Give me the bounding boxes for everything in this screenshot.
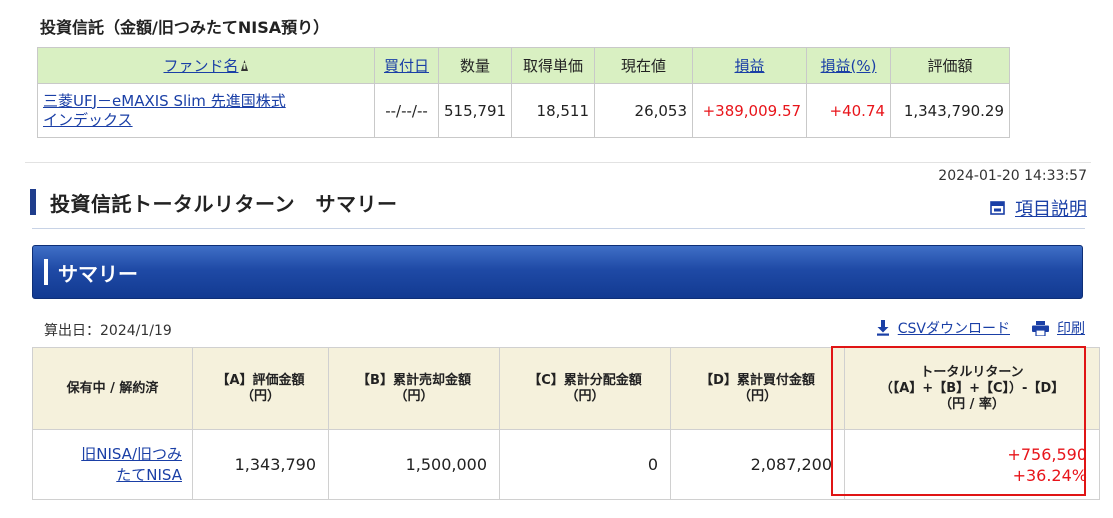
summary-actions: CSVダウンロード 印刷 <box>876 318 1085 338</box>
holdings-table: ファンド名 買付日 数量 取得単価 現在値 損益 損益(%) 評価額 三菱UFJ… <box>37 47 1011 138</box>
col-account: 保有中 / 解約済 <box>32 347 193 430</box>
table-row: 旧NISA/旧つみ たてNISA 1,343,790 1,500,000 0 2,… <box>32 429 1100 500</box>
print-link[interactable]: 印刷 <box>1032 318 1085 338</box>
csv-download-link[interactable]: CSVダウンロード <box>876 318 1010 338</box>
calc-date: 算出日：2024/1/19 <box>44 323 172 339</box>
quantity-cell: 515,791 <box>437 83 513 138</box>
title-underline <box>32 228 1085 229</box>
account-cell[interactable]: 旧NISA/旧つみ たてNISA <box>32 429 193 500</box>
account-link[interactable]: 旧NISA/旧つみ たてNISA <box>81 445 182 484</box>
print-label[interactable]: 印刷 <box>1057 318 1085 338</box>
valuation-cell: 1,343,790.29 <box>890 83 1011 138</box>
col-total-return: トータルリターン （【A】+【B】+【C】）-【D】 （円 / 率） <box>844 347 1100 430</box>
sort-profit-pct-link[interactable]: 損益(%) <box>821 57 877 75</box>
col-unit-cost: 取得単価 <box>511 47 596 84</box>
current-price-cell: 26,053 <box>594 83 694 138</box>
col-buy-date[interactable]: 買付日 <box>374 47 439 84</box>
col-a-valuation: 【A】評価金額 （円） <box>192 347 329 430</box>
col-d-purchased: 【D】累計買付金額 （円） <box>670 347 845 430</box>
col-profit-pct[interactable]: 損益(%) <box>806 47 892 84</box>
total-return-rate: +36.24% <box>1012 465 1087 485</box>
a-valuation-cell: 1,343,790 <box>192 429 329 500</box>
title-accent-bar <box>30 189 36 215</box>
total-return-cell: +756,590 +36.24% <box>844 429 1100 500</box>
section-divider <box>25 162 1091 163</box>
b-sold-cell: 1,500,000 <box>328 429 500 500</box>
sort-profit-link[interactable]: 損益 <box>735 57 765 75</box>
fund-name-cell[interactable]: 三菱UFJ－eMAXIS Slim 先進国株式 インデックス <box>37 83 375 138</box>
profit-cell: +389,009.57 <box>692 83 808 138</box>
col-fund-name[interactable]: ファンド名 <box>37 47 375 84</box>
profit-pct-cell: +40.74 <box>806 83 892 138</box>
buy-date-cell: --/--/-- <box>374 83 439 138</box>
col-valuation: 評価額 <box>890 47 1011 84</box>
col-b-sold: 【B】累計売却金額 （円） <box>328 347 500 430</box>
col-quantity: 数量 <box>437 47 513 84</box>
summary-header-row: 保有中 / 解約済 【A】評価金額 （円） 【B】累計売却金額 （円） 【C】累計分… <box>32 347 1100 430</box>
total-return-title-text: 投資信託トータルリターン サマリー <box>50 191 398 216</box>
summary-table: 保有中 / 解約済 【A】評価金額 （円） 【B】累計売却金額 （円） 【C】累計分… <box>32 347 1100 500</box>
printer-icon[interactable] <box>1032 320 1049 336</box>
item-explanation-link[interactable]: 項目説明 <box>990 195 1087 221</box>
c-distributions-cell: 0 <box>499 429 671 500</box>
sort-fund-name-link[interactable]: ファンド名 <box>163 57 238 75</box>
sort-arrow-icon[interactable] <box>240 58 249 76</box>
holdings-section-title: 投資信託（金額/旧つみたてNISA預り） <box>40 18 330 37</box>
csv-download-label[interactable]: CSVダウンロード <box>898 318 1010 338</box>
col-profit[interactable]: 損益 <box>692 47 808 84</box>
col-current-price: 現在値 <box>594 47 694 84</box>
banner-accent-bar <box>44 259 48 285</box>
total-return-amount: +756,590 <box>1007 444 1087 464</box>
window-icon[interactable] <box>990 201 1005 215</box>
item-explanation-label[interactable]: 項目説明 <box>1015 195 1087 221</box>
summary-banner-title: サマリー <box>58 261 138 286</box>
col-c-distributions: 【C】累計分配金額 （円） <box>499 347 671 430</box>
table-row: 三菱UFJ－eMAXIS Slim 先進国株式 インデックス --/--/-- 5… <box>37 83 1011 138</box>
download-icon[interactable] <box>876 320 890 336</box>
fund-name-link[interactable]: 三菱UFJ－eMAXIS Slim 先進国株式 インデックス <box>43 92 286 129</box>
sort-buy-date-link[interactable]: 買付日 <box>384 57 429 75</box>
timestamp: 2024-01-20 14:33:57 <box>938 168 1087 184</box>
d-purchased-cell: 2,087,200 <box>670 429 845 500</box>
total-return-title: 投資信託トータルリターン サマリー <box>30 188 398 216</box>
summary-banner: サマリー <box>32 245 1083 299</box>
holdings-header-row: ファンド名 買付日 数量 取得単価 現在値 損益 損益(%) 評価額 <box>37 47 1011 84</box>
unit-cost-cell: 18,511 <box>511 83 596 138</box>
